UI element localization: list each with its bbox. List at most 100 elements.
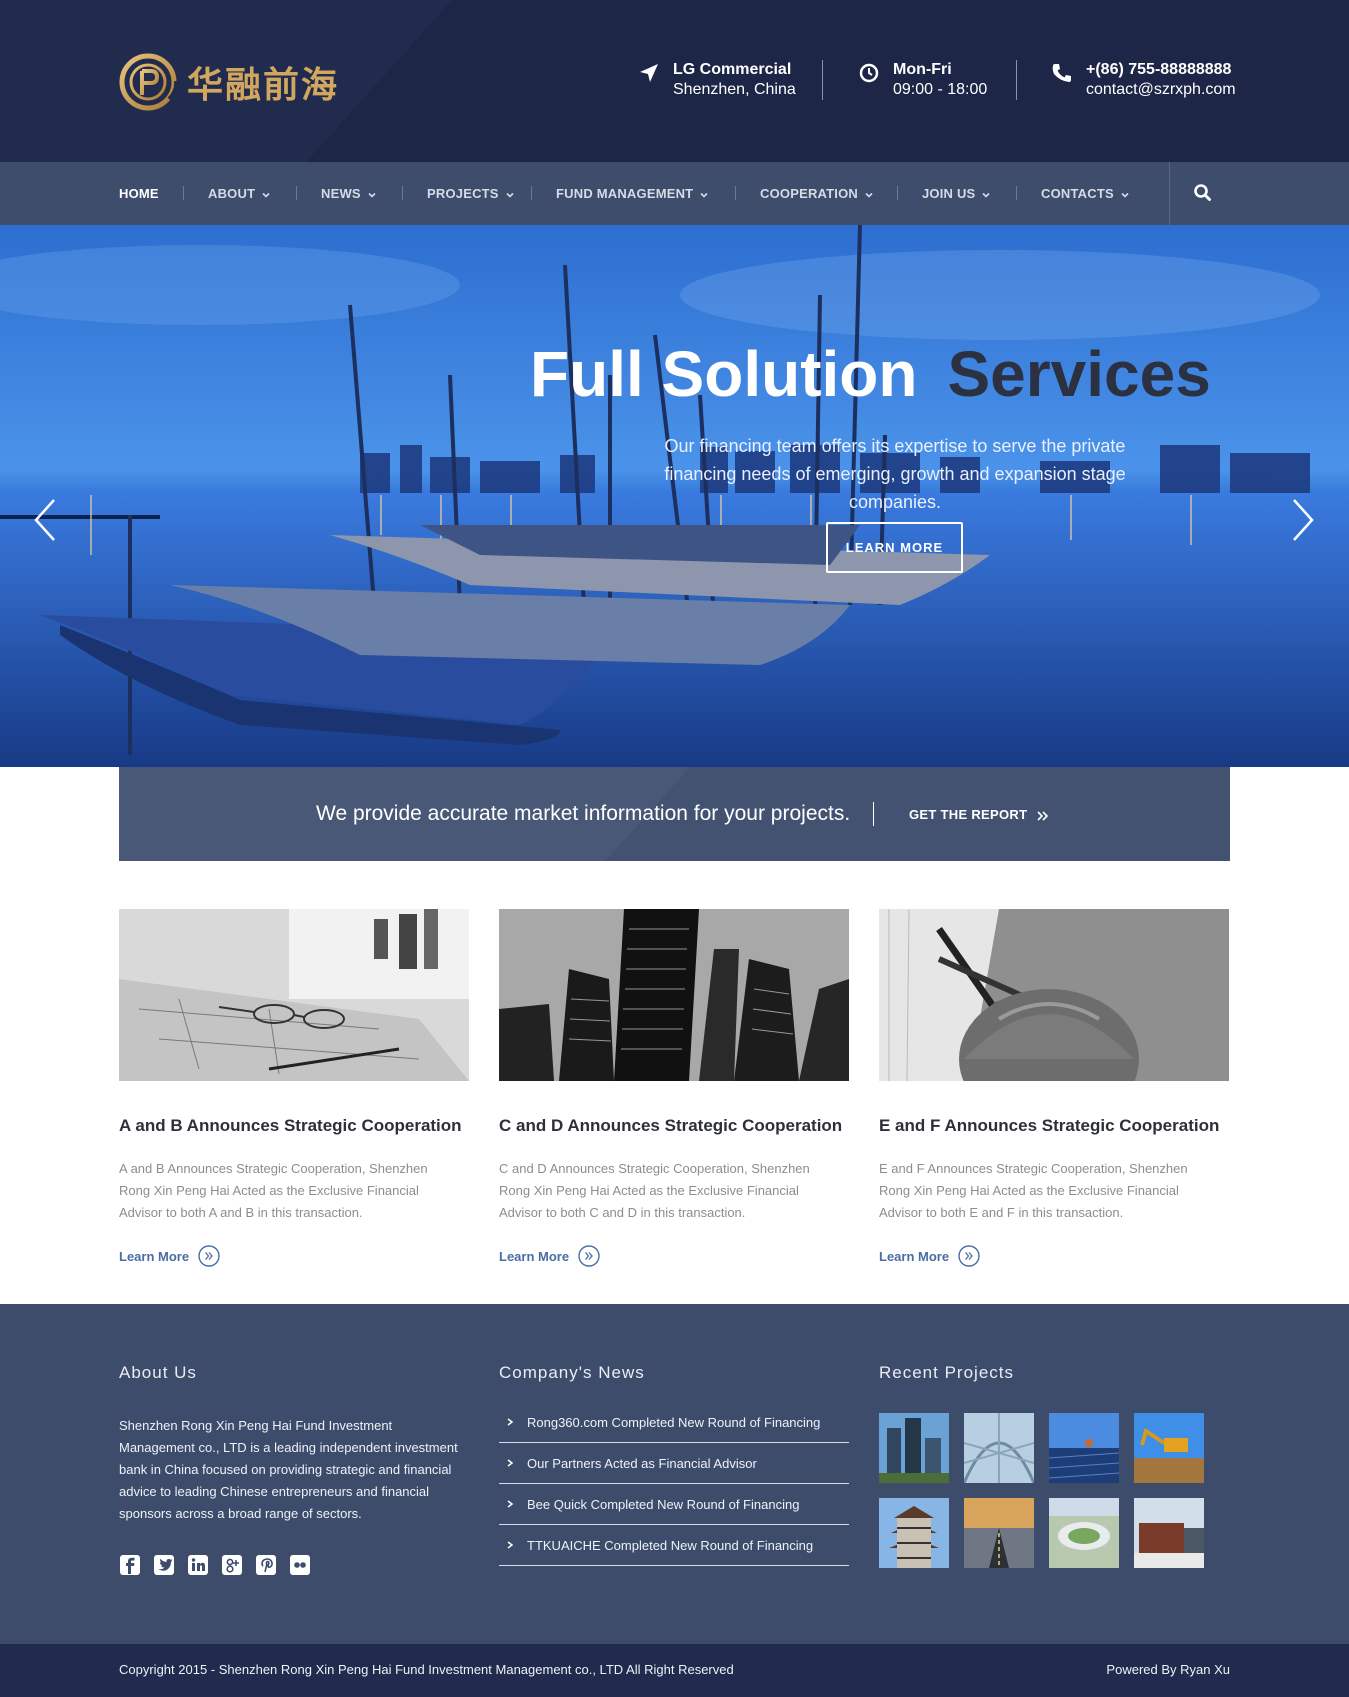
powered-by-text: Powered By Ryan Xu	[1106, 1662, 1230, 1677]
chevron-down-icon	[1121, 192, 1129, 198]
double-chevron-right-icon	[1037, 810, 1049, 821]
card-image-skyscrapers[interactable]	[499, 909, 849, 1081]
location-arrow-icon	[640, 64, 658, 82]
get-the-report-link[interactable]: GET THE REPORT	[909, 805, 1049, 825]
logo-wordmark: 华融前海	[187, 65, 340, 106]
nav-divider	[531, 186, 532, 200]
search-icon[interactable]	[1190, 180, 1216, 206]
facebook-icon[interactable]	[119, 1554, 141, 1576]
top-header: 华融前海 LG Commercial Shenzhen, China Mon-F…	[0, 0, 1349, 162]
clock-icon	[859, 63, 879, 83]
contact-email[interactable]: contact@szrxph.com	[1086, 80, 1236, 100]
card-description: C and D Announces Strategic Cooperation,…	[499, 1161, 810, 1220]
hours-days: Mon-Fri	[893, 61, 952, 78]
tools-helmet-photo	[879, 909, 1229, 1081]
nav-item-about[interactable]: ABOUT	[208, 162, 271, 225]
site-footer: About Us Shenzhen Rong Xin Peng Hai Fund…	[0, 1304, 1349, 1644]
cta-text: We provide accurate market information f…	[316, 802, 851, 825]
news-item[interactable]: Rong360.com Completed New Round of Finan…	[499, 1402, 849, 1443]
hero-learn-more-button[interactable]: LEARN MORE	[826, 522, 963, 573]
footer-bottom-bar: Copyright 2015 - Shenzhen Rong Xin Peng …	[0, 1644, 1349, 1697]
nav-divider	[735, 186, 736, 200]
header-location: LG Commercial Shenzhen, China	[637, 60, 796, 100]
nav-item-fund-management[interactable]: FUND MANAGEMENT	[556, 162, 709, 225]
project-card: A and B Announces Strategic Cooperation …	[119, 909, 469, 1267]
cta-divider	[873, 802, 874, 826]
hero-title-main: Full Solution	[530, 338, 918, 410]
footer-news-heading: Company's News	[499, 1363, 645, 1382]
nav-divider	[296, 186, 297, 200]
location-subtitle: Shenzhen, China	[673, 81, 796, 98]
nav-divider	[897, 186, 898, 200]
card-title[interactable]: E and F Announces Strategic Cooperation	[879, 1114, 1229, 1138]
pinterest-icon[interactable]	[255, 1554, 277, 1576]
circle-double-chevron-icon	[958, 1245, 980, 1267]
project-thumb-solar-panels[interactable]	[1049, 1413, 1119, 1483]
nav-divider	[183, 186, 184, 200]
news-item[interactable]: Our Partners Acted as Financial Advisor	[499, 1443, 849, 1484]
phone-icon	[1052, 64, 1071, 82]
circle-double-chevron-icon	[578, 1245, 600, 1267]
chevron-right-icon	[507, 1459, 514, 1467]
project-thumb-pagoda[interactable]	[879, 1498, 949, 1568]
nav-divider	[402, 186, 403, 200]
chevron-down-icon	[700, 192, 708, 198]
chevron-down-icon	[262, 192, 270, 198]
card-image-blueprints[interactable]	[119, 909, 469, 1081]
hours-times: 09:00 - 18:00	[893, 81, 988, 98]
flickr-icon[interactable]	[289, 1554, 311, 1576]
chevron-down-icon	[982, 192, 990, 198]
main-nav: HOME ABOUT NEWS PROJECTS FUND MANAGEMENT…	[0, 162, 1349, 225]
chevron-left-icon[interactable]	[30, 495, 60, 545]
footer-about-heading: About Us	[119, 1363, 197, 1382]
project-thumb-building[interactable]	[1134, 1498, 1204, 1568]
chevron-right-icon	[507, 1418, 514, 1426]
project-thumb-stadium[interactable]	[1049, 1498, 1119, 1568]
hero-title: Full Solution Services	[530, 337, 1211, 411]
card-title[interactable]: C and D Announces Strategic Cooperation	[499, 1114, 849, 1138]
card-description: E and F Announces Strategic Cooperation,…	[879, 1161, 1188, 1220]
google-plus-icon[interactable]	[221, 1554, 243, 1576]
header-divider	[822, 60, 823, 100]
news-item[interactable]: Bee Quick Completed New Round of Financi…	[499, 1484, 849, 1525]
learn-more-link[interactable]: Learn More	[499, 1245, 849, 1267]
project-thumb-glass-roof[interactable]	[964, 1413, 1034, 1483]
nav-item-cooperation[interactable]: COOPERATION	[760, 162, 874, 225]
footer-news-list: Rong360.com Completed New Round of Finan…	[499, 1402, 849, 1566]
nav-item-home[interactable]: HOME	[119, 162, 159, 225]
hero-title-accent: Services	[947, 338, 1211, 410]
location-title: LG Commercial	[673, 61, 792, 78]
twitter-icon[interactable]	[153, 1554, 175, 1576]
chevron-right-icon	[507, 1541, 514, 1549]
nav-item-projects[interactable]: PROJECTS	[427, 162, 515, 225]
chevron-right-icon[interactable]	[1288, 495, 1318, 545]
hero-slider: Full Solution Services Our financing team…	[0, 225, 1349, 767]
project-thumb-excavator[interactable]	[1134, 1413, 1204, 1483]
hero-description: Our financing team offers its expertise …	[664, 436, 1126, 512]
project-thumb-towers[interactable]	[879, 1413, 949, 1483]
chevron-down-icon	[368, 192, 376, 198]
blueprint-photo	[119, 909, 469, 1081]
linkedin-icon[interactable]	[187, 1554, 209, 1576]
project-card: E and F Announces Strategic Cooperation …	[879, 909, 1229, 1267]
circle-double-chevron-icon	[198, 1245, 220, 1267]
report-cta-band: We provide accurate market information f…	[119, 767, 1230, 861]
project-card: C and D Announces Strategic Cooperation …	[499, 909, 849, 1267]
social-links	[119, 1554, 323, 1576]
learn-more-link[interactable]: Learn More	[879, 1245, 1229, 1267]
card-title[interactable]: A and B Announces Strategic Cooperation	[119, 1114, 469, 1138]
news-item[interactable]: TTKUAICHE Completed New Round of Financi…	[499, 1525, 849, 1566]
contact-phone[interactable]: +(86) 755-88888888	[1086, 60, 1236, 80]
logo-mark-icon	[119, 53, 179, 111]
header-hours: Mon-Fri 09:00 - 18:00	[857, 60, 987, 100]
project-thumb-road[interactable]	[964, 1498, 1034, 1568]
nav-item-contacts[interactable]: CONTACTS	[1041, 162, 1130, 225]
footer-about-text: Shenzhen Rong Xin Peng Hai Fund Investme…	[119, 1418, 458, 1521]
site-logo[interactable]: 华融前海	[119, 50, 339, 114]
nav-item-news[interactable]: NEWS	[321, 162, 377, 225]
nav-item-join-us[interactable]: JOIN US	[922, 162, 991, 225]
learn-more-link[interactable]: Learn More	[119, 1245, 469, 1267]
card-image-tools[interactable]	[879, 909, 1229, 1081]
skyscrapers-photo	[499, 909, 849, 1081]
header-divider	[1016, 60, 1017, 100]
